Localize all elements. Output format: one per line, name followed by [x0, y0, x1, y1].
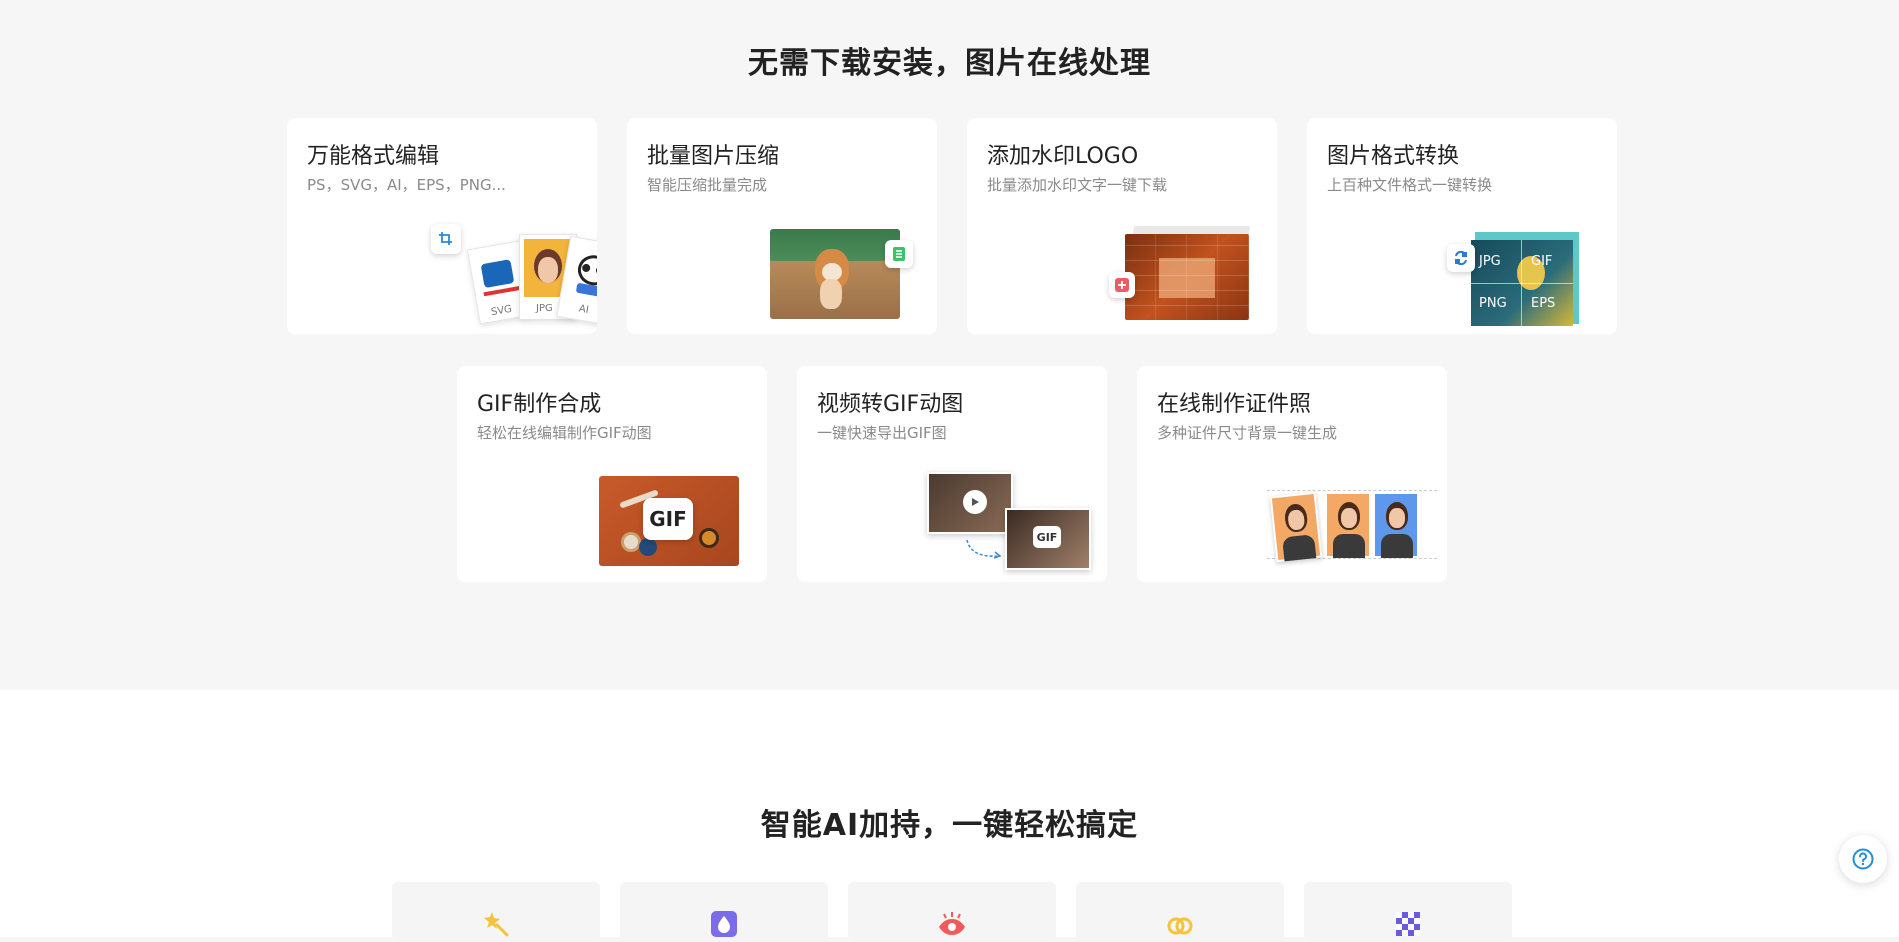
compress-icon: [885, 240, 913, 268]
card-desc: 智能压缩批量完成: [647, 176, 768, 194]
card-title: 视频转GIF动图: [817, 392, 964, 417]
card-title: 添加水印LOGO: [987, 144, 1139, 169]
corgi-photo: [770, 229, 900, 319]
card-format-convert[interactable]: 图片格式转换 上百种文件格式一键转换 JPG GIF PNG EPS: [1307, 118, 1617, 334]
card-video-to-gif[interactable]: 视频转GIF动图 一键快速导出GIF图 GIF: [797, 366, 1107, 582]
ai-tool-card-3[interactable]: [848, 882, 1056, 942]
label-eps: EPS: [1531, 296, 1556, 311]
card-gif-maker[interactable]: GIF制作合成 轻松在线编辑制作GIF动图 GIF: [457, 366, 767, 582]
play-icon: [963, 490, 987, 514]
gif-label: GIF: [649, 507, 687, 531]
eye-icon: [939, 912, 965, 935]
convert-illustration: JPG GIF PNG EPS: [1447, 232, 1607, 327]
watermark-illustration: [1109, 226, 1269, 326]
label-ai: AI: [578, 303, 590, 316]
help-circle-icon: [1852, 848, 1874, 870]
features-section: [0, 0, 1899, 690]
card-batch-compress[interactable]: 批量图片压缩 智能压缩批量完成: [627, 118, 937, 334]
card-title: 图片格式转换: [1327, 144, 1460, 169]
label-png: PNG: [1479, 296, 1507, 311]
video-to-gif-illustration: GIF: [927, 472, 1091, 572]
rings-icon: [1167, 917, 1193, 935]
features-title: 无需下载安装，图片在线处理: [748, 46, 1151, 81]
convert-icon: [1447, 244, 1475, 272]
help-button[interactable]: [1839, 835, 1887, 883]
label-jpg: JPG: [536, 303, 553, 314]
card-desc: 多种证件尺寸背景一键生成: [1157, 424, 1338, 442]
card-desc: 批量添加水印文字一键下载: [987, 176, 1168, 194]
drop-icon: [711, 911, 737, 937]
checker-icon: [1396, 912, 1420, 936]
card-desc: PS，SVG，AI，EPS，PNG...: [307, 176, 506, 194]
card-title: 批量图片压缩: [647, 144, 780, 169]
ai-tool-card-1[interactable]: [392, 882, 600, 942]
card-title: 在线制作证件照: [1157, 392, 1312, 417]
card-title: 万能格式编辑: [307, 144, 440, 169]
gif-label: GIF: [1036, 530, 1058, 544]
label-gif: GIF: [1531, 254, 1553, 269]
magic-wand-icon: [484, 912, 509, 937]
crop-icon: [431, 224, 461, 254]
format-edit-illustration: SVG JPG AI: [431, 224, 597, 327]
label-svg: SVG: [490, 303, 513, 319]
ai-title: 智能AI加持，一键轻松搞定: [760, 808, 1139, 843]
arrow-icon: [966, 539, 1002, 559]
card-desc: 上百种文件格式一键转换: [1327, 176, 1493, 194]
card-id-photo[interactable]: 在线制作证件照 多种证件尺寸背景一键生成: [1137, 366, 1447, 582]
ai-tool-card-2[interactable]: [620, 882, 828, 942]
id-photo-illustration: [1267, 490, 1437, 570]
ai-tool-card-4[interactable]: [1076, 882, 1284, 942]
card-desc: 轻松在线编辑制作GIF动图: [477, 424, 652, 442]
gif-maker-photo: GIF: [599, 476, 739, 566]
ai-tool-card-5[interactable]: [1304, 882, 1512, 942]
label-jpg: JPG: [1479, 254, 1501, 269]
card-watermark[interactable]: 添加水印LOGO 批量添加水印文字一键下载: [967, 118, 1277, 334]
add-watermark-icon: [1109, 272, 1135, 298]
card-title: GIF制作合成: [477, 392, 602, 417]
card-format-edit[interactable]: 万能格式编辑 PS，SVG，AI，EPS，PNG... SVG JPG AI: [287, 118, 597, 334]
card-desc: 一键快速导出GIF图: [817, 424, 947, 442]
